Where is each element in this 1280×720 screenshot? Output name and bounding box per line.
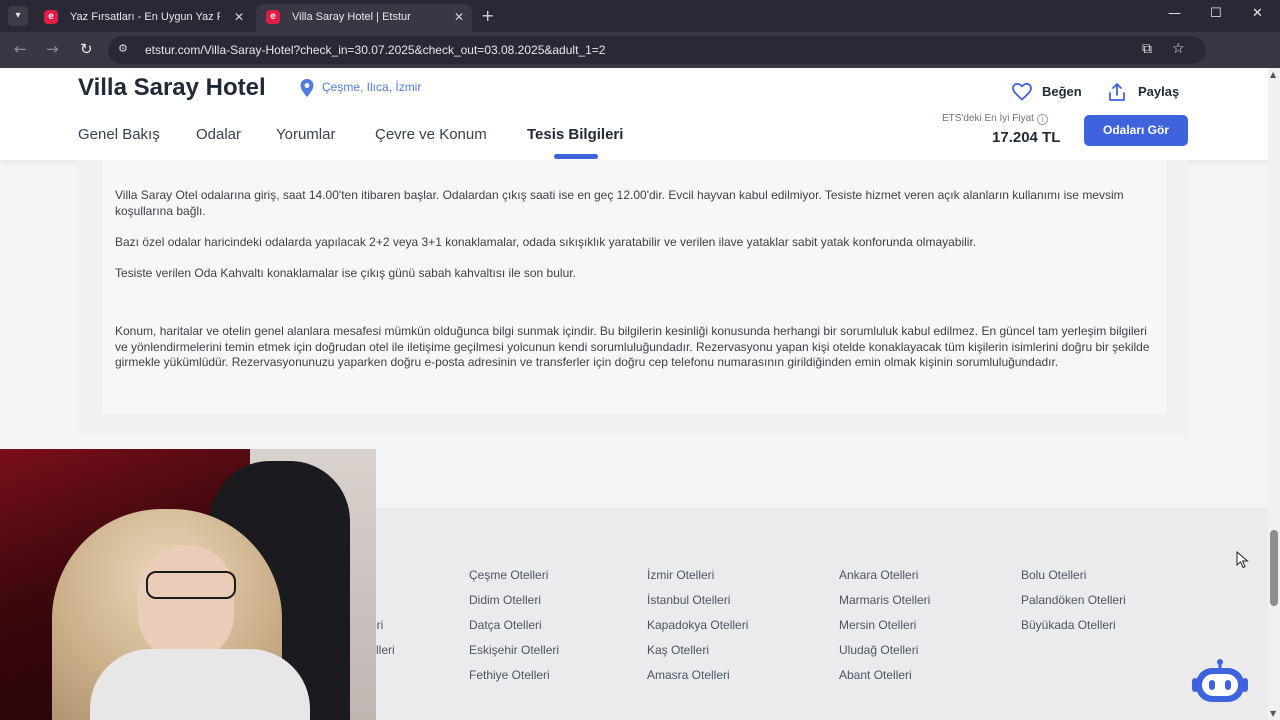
footer-link[interactable]: Kaş Otelleri: [647, 643, 709, 657]
best-price-text: ETS'deki En İyi Fiyat: [942, 113, 1034, 124]
site-settings-icon[interactable]: ⚙: [118, 42, 134, 58]
url-omnibox[interactable]: ⚙ etstur.com/Villa-Saray-Hotel?check_in=…: [108, 36, 1206, 64]
tab-title: Yaz Fırsatları - En Uygun Yaz Fır: [70, 11, 220, 23]
info-paragraph: Tesiste verilen Oda Kahvaltı konaklamala…: [115, 266, 576, 280]
back-arrow-icon[interactable]: ←: [14, 40, 27, 58]
footer-link[interactable]: Datça Otelleri: [469, 618, 542, 632]
tab-cevre-ve-konum[interactable]: Çevre ve Konum: [375, 126, 487, 143]
footer-link[interactable]: Abant Otelleri: [839, 668, 912, 682]
reload-icon[interactable]: ↻: [80, 40, 93, 58]
browser-tab-2[interactable]: e Villa Saray Hotel | Etstur ✕: [256, 4, 472, 32]
chatbot-icon[interactable]: [1192, 658, 1248, 706]
browser-address-bar: ← → ↻ ⚙ etstur.com/Villa-Saray-Hotel?che…: [0, 32, 1280, 93]
footer-link[interactable]: Uludağ Otelleri: [839, 643, 918, 657]
footer-link[interactable]: Ankara Otelleri: [839, 568, 918, 582]
info-paragraph: Villa Saray Otel odalarına giriş, saat 1…: [115, 188, 1124, 218]
webcam-person-body: [90, 649, 310, 720]
heart-icon: [1012, 83, 1032, 101]
browser-tab-1[interactable]: e Yaz Fırsatları - En Uygun Yaz Fır ✕: [34, 4, 252, 32]
footer-link[interactable]: lleri: [376, 643, 395, 657]
browser-tab-bar: ▾ e Yaz Fırsatları - En Uygun Yaz Fır ✕ …: [0, 0, 1280, 32]
footer-link[interactable]: Palandöken Otelleri: [1021, 593, 1126, 607]
tab-genel-bakis[interactable]: Genel Bakış: [78, 126, 160, 143]
footer-link[interactable]: Çeşme Otelleri: [469, 568, 548, 582]
page-scrollbar[interactable]: ▲ ▼: [1268, 68, 1280, 720]
tab-odalar[interactable]: Odalar: [196, 126, 241, 143]
webcam-overlay: ♡: [0, 449, 376, 720]
info-paragraph: Bazı özel odalar haricindeki odalarda ya…: [115, 235, 977, 249]
scroll-up-arrow-icon[interactable]: ▲: [1270, 70, 1276, 79]
tab-close-icon[interactable]: ✕: [234, 4, 244, 30]
see-rooms-button[interactable]: Odaları Gör: [1084, 115, 1188, 146]
best-price-label: ETS'deki En İyi Fiyat i: [942, 113, 1048, 125]
disclaimer-paragraph: Konum, haritalar ve otelin genel alanlar…: [115, 324, 1150, 369]
hotel-header: Villa Saray Hotel Çeşme, Ilıca, İzmir Be…: [0, 68, 1268, 160]
tab-close-icon[interactable]: ✕: [454, 4, 464, 30]
footer-link[interactable]: Bolu Otelleri: [1021, 568, 1086, 582]
price-value: 17.204 TL: [992, 129, 1061, 146]
footer-link[interactable]: İstanbul Otelleri: [647, 593, 730, 607]
active-tab-indicator: [554, 154, 598, 159]
forward-arrow-icon[interactable]: →: [46, 40, 59, 58]
footer-link[interactable]: İzmir Otelleri: [647, 568, 714, 582]
tab-search-chevron-down-icon[interactable]: ▾: [8, 6, 28, 26]
info-icon[interactable]: i: [1036, 114, 1048, 125]
bookmark-star-icon[interactable]: ☆: [1172, 41, 1185, 57]
tab-yorumlar[interactable]: Yorumlar: [276, 126, 335, 143]
scrollbar-thumb[interactable]: [1270, 530, 1278, 606]
tab-tesis-bilgileri[interactable]: Tesis Bilgileri: [527, 126, 623, 143]
etstur-favicon-icon: e: [266, 10, 280, 24]
footer-link[interactable]: Eskişehir Otelleri: [469, 643, 559, 657]
webcam-person-glasses: [146, 571, 236, 599]
share-label: Paylaş: [1138, 84, 1180, 99]
hotel-location[interactable]: Çeşme, Ilıca, İzmir: [322, 80, 421, 94]
footer-link[interactable]: Didim Otelleri: [469, 593, 541, 607]
footer-link[interactable]: Fethiye Otelleri: [469, 668, 550, 682]
maximize-icon[interactable]: ☐: [1210, 6, 1222, 21]
window-close-icon[interactable]: ✕: [1252, 6, 1263, 21]
footer-link[interactable]: Büyükada Otelleri: [1021, 618, 1116, 632]
location-pin-icon: [300, 79, 314, 97]
minimize-icon[interactable]: —: [1168, 6, 1181, 21]
scroll-down-arrow-icon[interactable]: ▼: [1270, 709, 1276, 718]
footer-link[interactable]: Mersin Otelleri: [839, 618, 916, 632]
share-icon: [1109, 83, 1125, 101]
like-label: Beğen: [1042, 84, 1082, 99]
footer-link[interactable]: Kapadokya Otelleri: [647, 618, 748, 632]
cast-icon[interactable]: ⧉: [1142, 41, 1152, 57]
mouse-cursor-icon: [1236, 551, 1249, 569]
url-text[interactable]: etstur.com/Villa-Saray-Hotel?check_in=30…: [145, 43, 605, 57]
footer-link[interactable]: Marmaris Otelleri: [839, 593, 930, 607]
webcam-person-face: [138, 545, 234, 661]
hotel-name: Villa Saray Hotel: [78, 74, 266, 101]
new-tab-plus-icon[interactable]: +: [481, 6, 494, 25]
tab-title: Villa Saray Hotel | Etstur: [292, 11, 411, 23]
etstur-favicon-icon: e: [44, 10, 58, 24]
footer-link[interactable]: Amasra Otelleri: [647, 668, 730, 682]
